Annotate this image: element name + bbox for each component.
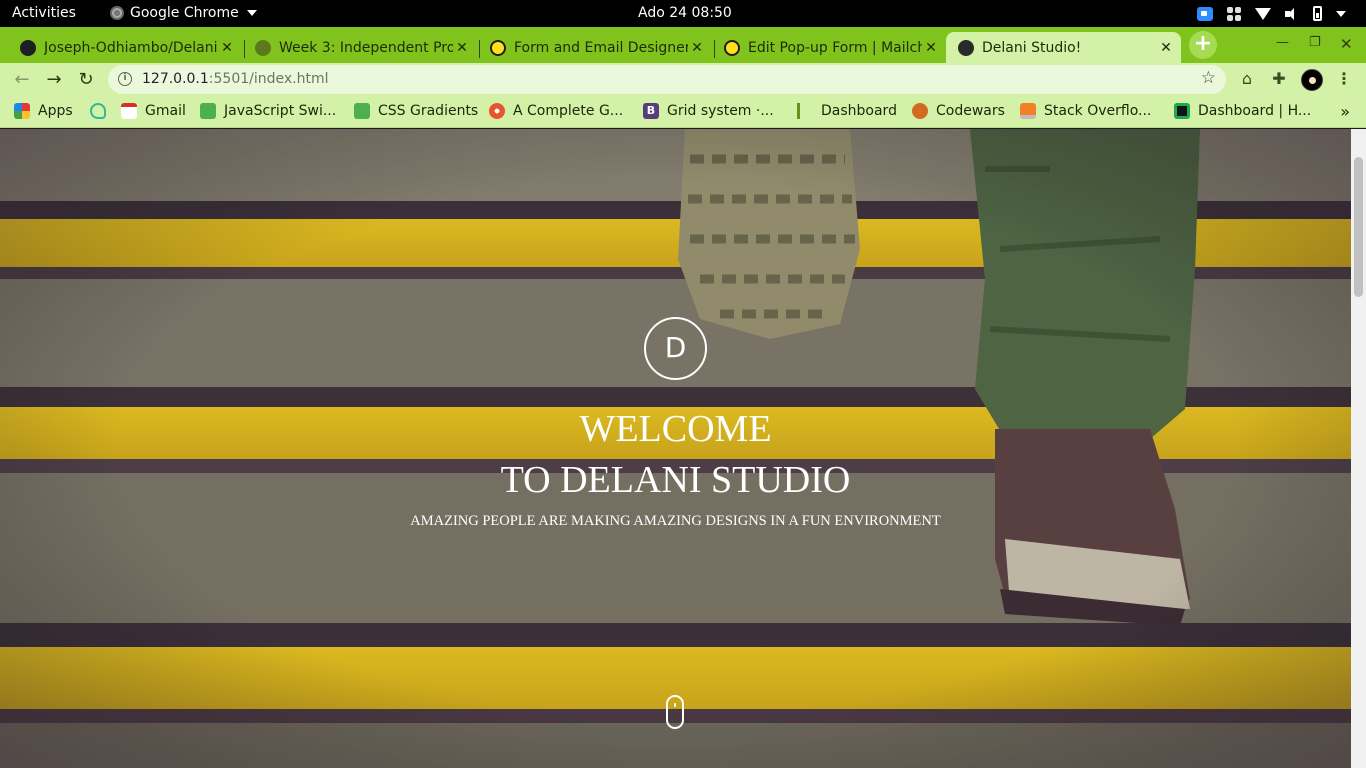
close-icon[interactable]: ✕	[922, 40, 940, 56]
close-icon[interactable]: ✕	[218, 40, 236, 56]
css-tricks-icon	[489, 103, 505, 119]
close-icon[interactable]: ✕	[688, 40, 706, 56]
tab-delani-studio[interactable]: Delani Studio! ✕	[946, 32, 1181, 63]
chevron-down-icon	[246, 10, 257, 16]
new-tab-button[interactable]: +	[1189, 31, 1217, 59]
hero-tagline: AMAZING PEOPLE ARE MAKING AMAZING DESIGN…	[410, 513, 941, 529]
bookmark-label: Grid system ·...	[667, 103, 774, 119]
bootstrap-icon: B	[643, 103, 659, 119]
mailchimp-icon	[724, 39, 740, 56]
mailchimp-icon	[490, 39, 506, 56]
address-bar[interactable]: i 127.0.0.1:5501/index.html ☆	[108, 65, 1226, 94]
tab-title: Edit Pop-up Form | Mailchimp	[748, 39, 922, 56]
restore-icon[interactable]: ❐	[1309, 35, 1321, 50]
w3schools-icon	[354, 103, 370, 119]
tab-strip: Joseph-Odhiambo/Delani ✕ Week 3: Indepen…	[0, 27, 1366, 63]
chrome-icon	[110, 6, 124, 20]
tab-week3[interactable]: Week 3: Independent Project ✕	[243, 32, 477, 63]
bookmark-label: Apps	[38, 103, 73, 119]
chevron-down-icon[interactable]	[1336, 10, 1346, 17]
volume-icon[interactable]	[1285, 7, 1299, 20]
scroll-down-mouse-icon[interactable]	[666, 695, 684, 729]
bookmark-label: A Complete G...	[513, 103, 624, 119]
moringa-icon	[797, 103, 813, 119]
extensions-icon[interactable]: ✚	[1268, 68, 1290, 90]
close-icon[interactable]: ✕	[1157, 40, 1175, 56]
battery-icon[interactable]	[1313, 6, 1322, 21]
zoom-icon[interactable]	[1197, 6, 1213, 21]
more-menu-icon[interactable]: ⋮	[1333, 68, 1355, 90]
reload-icon[interactable]: ↻	[72, 66, 100, 94]
more-bookmarks-icon[interactable]: »	[1340, 102, 1350, 121]
back-arrow-icon[interactable]: ←	[8, 66, 36, 94]
bookmark-label: Codewars	[936, 103, 1005, 119]
bookmark-dashboard[interactable]: Dashboard	[797, 103, 897, 119]
hero-heading-line1: WELCOME	[579, 408, 772, 450]
app-menu[interactable]: Google Chrome	[110, 5, 257, 21]
system-tray[interactable]	[1197, 0, 1366, 27]
bookmark-star-icon[interactable]: ☆	[1201, 68, 1216, 88]
bookmark-label: Gmail	[145, 103, 186, 119]
home-icon[interactable]: ⌂	[1236, 68, 1258, 90]
os-top-bar: Activities Google Chrome Ado 24 08:50	[0, 0, 1366, 27]
bookmark-complete-guide[interactable]: A Complete G...	[489, 103, 623, 119]
slack-icon[interactable]	[1227, 6, 1241, 21]
bookmarks-bar: Apps Gmail JavaScript Swi... CSS Gradien…	[0, 96, 1366, 128]
hero-heading-line2: TO DELANI STUDIO	[500, 459, 851, 501]
tab-title: Joseph-Odhiambo/Delani	[44, 39, 218, 56]
url-text[interactable]: 127.0.0.1:5501/index.html	[142, 71, 329, 87]
tab-github[interactable]: Joseph-Odhiambo/Delani ✕	[8, 32, 242, 63]
clock[interactable]: Ado 24 08:50	[638, 5, 732, 21]
site-logo[interactable]: D	[644, 317, 707, 380]
globe-icon	[958, 39, 974, 56]
scrollbar-thumb[interactable]	[1354, 157, 1363, 297]
tab-title: Week 3: Independent Project	[279, 39, 453, 56]
bookmark-grid-system[interactable]: B Grid system ·...	[643, 103, 774, 119]
tab-title: Delani Studio!	[982, 39, 1082, 56]
minimize-icon[interactable]: —	[1276, 35, 1289, 50]
bookmark-css-gradients[interactable]: CSS Gradients	[354, 103, 478, 119]
tab-form-designer[interactable]: Form and Email Designer ✕	[478, 32, 712, 63]
activities-button[interactable]: Activities	[12, 5, 76, 21]
bookmark-stack-overflow[interactable]: Stack Overflo...	[1020, 103, 1151, 119]
tab-title: Form and Email Designer	[514, 39, 688, 56]
bookmark-label: Stack Overflo...	[1044, 103, 1152, 119]
gmail-icon	[121, 103, 137, 119]
github-icon	[20, 39, 36, 56]
stackoverflow-icon	[1020, 103, 1036, 119]
page-scrollbar[interactable]	[1351, 129, 1366, 768]
info-icon[interactable]: i	[118, 72, 132, 86]
heart-icon	[90, 103, 106, 119]
wifi-icon[interactable]	[1255, 7, 1271, 20]
url-path: :5501/index.html	[208, 71, 329, 87]
app-menu-label: Google Chrome	[130, 5, 239, 21]
apps-grid-icon	[14, 103, 30, 119]
forward-arrow-icon[interactable]: →	[40, 66, 68, 94]
bookmark-label: Dashboard	[821, 103, 897, 119]
page-viewport: D WELCOME TO DELANI STUDIO AMAZING PEOPL…	[0, 129, 1351, 768]
url-host: 127.0.0.1	[142, 71, 209, 87]
bookmark-hackerrank[interactable]: Dashboard | H...	[1174, 103, 1311, 119]
bookmark-gmail[interactable]: Gmail	[121, 103, 186, 119]
bookmark-label: Dashboard | H...	[1198, 103, 1312, 119]
bookmark-heart[interactable]	[90, 103, 106, 119]
profile-avatar[interactable]	[1301, 69, 1323, 91]
browser-toolbar: ← → ↻ i 127.0.0.1:5501/index.html ☆ ⌂ ✚ …	[0, 63, 1366, 96]
close-window-icon[interactable]: ✕	[1340, 35, 1353, 53]
codewars-icon	[912, 103, 928, 119]
logo-letter: D	[664, 331, 687, 364]
bookmark-codewars[interactable]: Codewars	[912, 103, 1005, 119]
w3schools-icon	[200, 103, 216, 119]
tab-popup-form[interactable]: Edit Pop-up Form | Mailchimp ✕	[712, 32, 946, 63]
close-icon[interactable]: ✕	[453, 40, 471, 56]
moringa-icon	[255, 39, 271, 56]
bookmark-label: JavaScript Swi...	[224, 103, 337, 119]
bookmark-apps[interactable]: Apps	[14, 103, 73, 119]
bookmark-javascript-switch[interactable]: JavaScript Swi...	[200, 103, 336, 119]
bookmark-label: CSS Gradients	[378, 103, 479, 119]
hackerrank-icon	[1174, 103, 1190, 119]
